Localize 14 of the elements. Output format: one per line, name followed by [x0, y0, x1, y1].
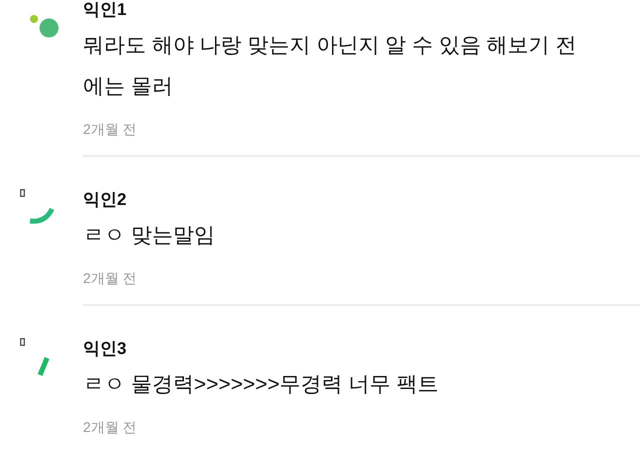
bar-icon [37, 356, 51, 378]
square-icon [20, 338, 25, 346]
comment-text: ㄹㅇ 맞는말임 [83, 223, 216, 249]
author-name: 익인2 [83, 189, 128, 211]
comment-text: ㄹㅇ 물경력>>>>>>>무경력 너무 팩트 [83, 372, 440, 398]
comment-text: 뭐라도 해야 나랑 맞는지 아닌지 알 수 있음 해보기 전에는 몰러 [83, 33, 578, 100]
author-name: 익인1 [83, 0, 128, 21]
arc-icon [27, 206, 57, 226]
comment-time: 2개월 전 [83, 120, 138, 139]
comment-time: 2개월 전 [83, 418, 138, 437]
author-name: 익인3 [83, 338, 128, 360]
dots-icon [27, 14, 59, 38]
comment-time: 2개월 전 [83, 269, 138, 288]
square-icon [20, 189, 25, 197]
